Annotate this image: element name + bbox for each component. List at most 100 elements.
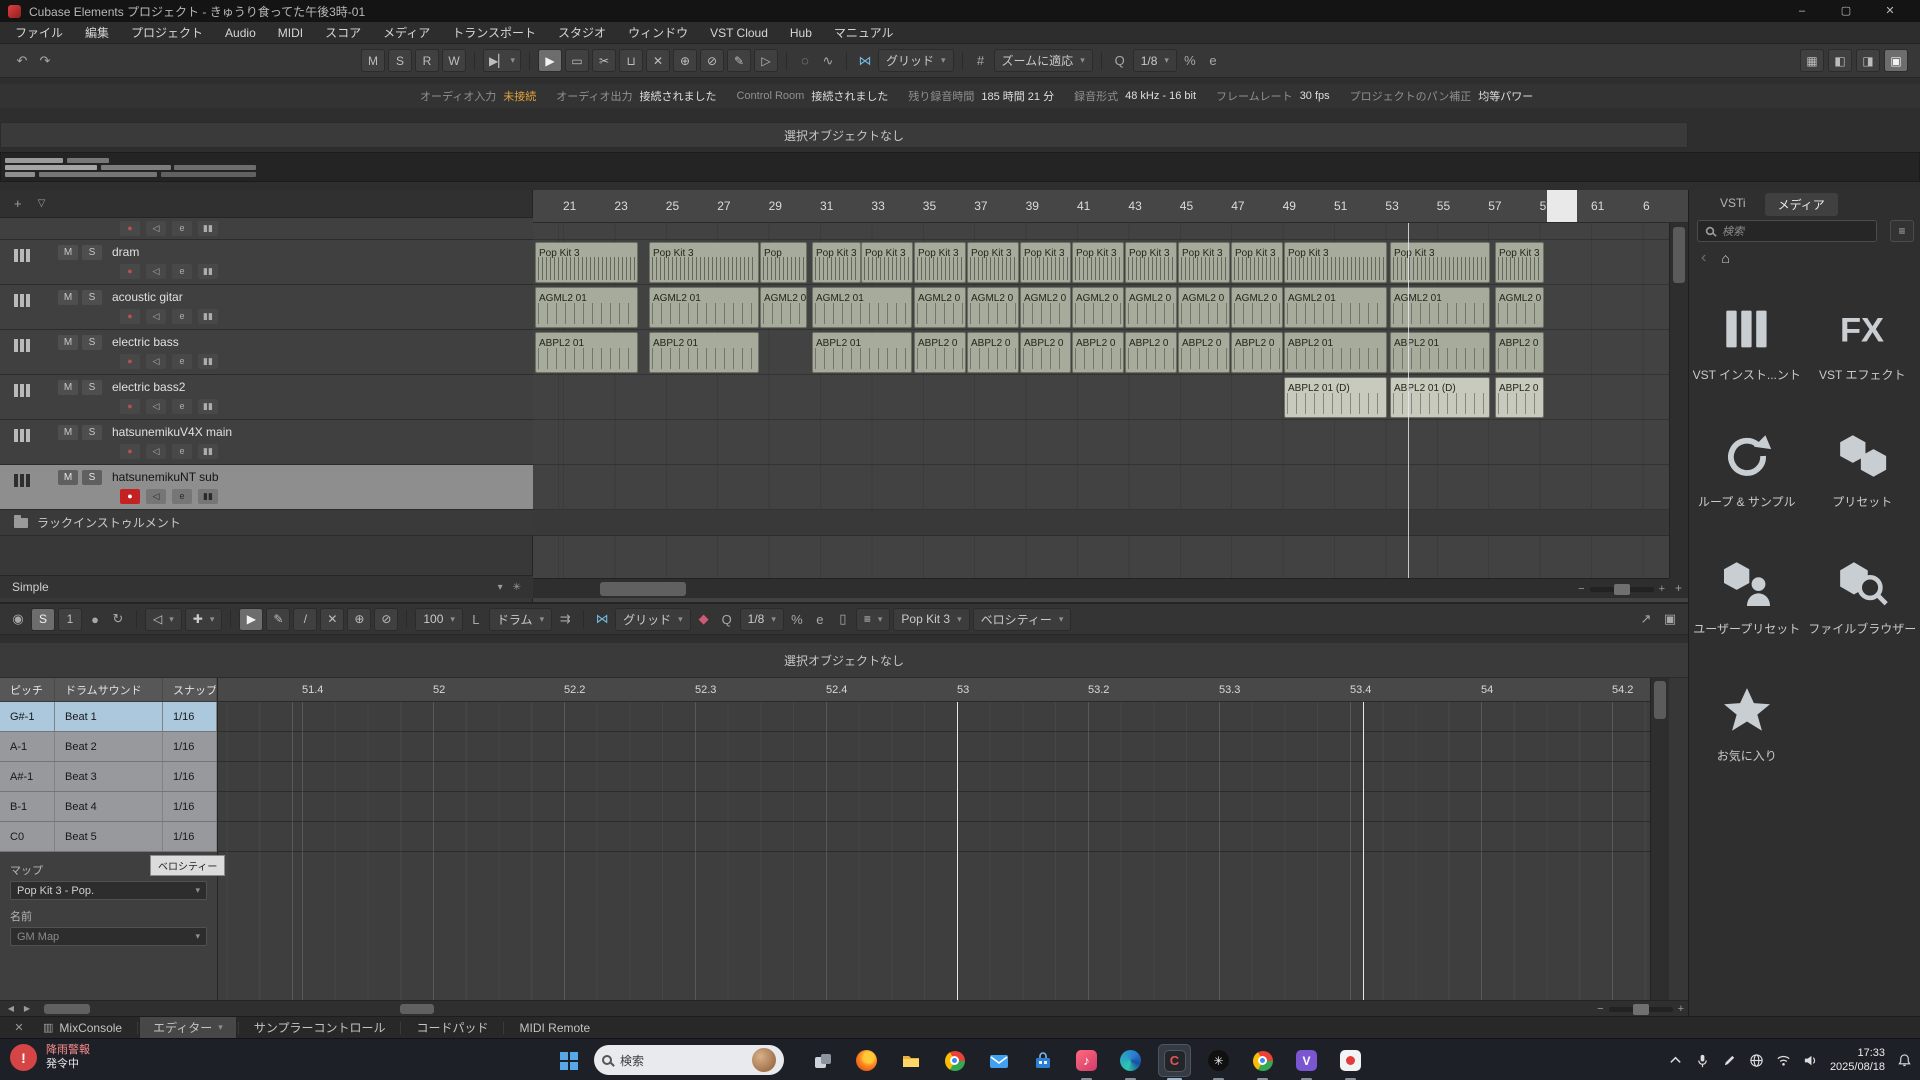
explorer-icon[interactable] — [894, 1044, 927, 1077]
media-tile-vst-instruments[interactable]: VST インスト...ント — [1694, 298, 1800, 383]
loop-button[interactable]: ↻ — [108, 608, 128, 630]
part-borders-icon[interactable]: ▯ — [833, 608, 853, 630]
status-record-time[interactable]: 残り録音時間185 時間 21 分 — [908, 88, 1054, 104]
tab-sampler-control[interactable]: サンプラーコントロール — [241, 1017, 399, 1039]
chrome-icon[interactable] — [938, 1044, 971, 1077]
microphone-icon[interactable] — [1695, 1052, 1711, 1068]
media-tile-presets[interactable]: プリセット — [1809, 425, 1915, 510]
status-audio-input[interactable]: オーディオ入力未接続 — [420, 88, 536, 104]
drum-grid-row[interactable] — [218, 732, 1669, 762]
mute-tool[interactable]: ⊘ — [374, 608, 398, 631]
automation-r-button[interactable]: R — [415, 49, 439, 72]
vertical-scrollbar[interactable] — [1669, 223, 1688, 578]
scroll-thumb[interactable] — [600, 582, 686, 596]
channel-settings-button[interactable]: e — [172, 309, 192, 324]
track-mute-button[interactable]: M — [58, 470, 78, 485]
range-tool[interactable]: ▭ — [565, 49, 589, 72]
midi-clip[interactable]: ABPL2 0 — [1072, 332, 1124, 373]
track-mute-button[interactable]: M — [58, 380, 78, 395]
pen-icon[interactable] — [1722, 1052, 1738, 1068]
status-control-room[interactable]: Control Room接続されました — [736, 88, 888, 104]
editor-bottom-scrollbar[interactable]: ◀ ▶ − + — [0, 1000, 1688, 1016]
drum-column-header[interactable]: ピッチ — [0, 678, 55, 701]
media-tile-vst-effects[interactable]: FXVST エフェクト — [1809, 298, 1915, 383]
audition-dropdown[interactable]: ◁▾ — [145, 608, 182, 631]
midi-clip[interactable]: AGML2 0 — [967, 287, 1019, 328]
midi-clip[interactable]: AGML2 0 — [1178, 287, 1230, 328]
midi-clip[interactable]: Pop Kit 3 — [1125, 242, 1177, 283]
undo-button[interactable]: ↶ — [12, 50, 32, 72]
play-tool[interactable]: ▷ — [754, 49, 778, 72]
taskbar-search[interactable]: 検索 — [594, 1045, 784, 1075]
tab-editor[interactable]: エディター▾ — [140, 1017, 236, 1039]
monitor-button[interactable]: ◁ — [146, 354, 166, 369]
midi-clip[interactable]: AGML2 0 — [1072, 287, 1124, 328]
record-arm-button[interactable]: ● — [120, 489, 140, 504]
zoom-out-button[interactable]: − — [1578, 583, 1584, 595]
record-arm-button[interactable]: ● — [120, 264, 140, 279]
scroll-thumb[interactable] — [1673, 227, 1685, 283]
status-audio-output[interactable]: オーディオ出力接続されました — [556, 88, 716, 104]
crosshair-dropdown[interactable]: ✚▾ — [185, 608, 223, 631]
midi-clip[interactable]: AGML2 0 — [914, 287, 966, 328]
track-solo-button[interactable]: S — [82, 380, 102, 395]
midi-clip[interactable]: Pop Kit 3 — [967, 242, 1019, 283]
menu-media[interactable]: メディア — [372, 22, 441, 44]
record-arm-button[interactable]: ● — [120, 354, 140, 369]
mute-tool[interactable]: ⊘ — [700, 49, 724, 72]
quantize-panel-icon[interactable]: e — [810, 608, 830, 630]
midi-clip[interactable]: ABPL2 0 — [967, 332, 1019, 373]
channel-settings-button[interactable]: e — [172, 489, 192, 504]
record-arm-button[interactable]: ● — [120, 221, 140, 236]
midi-input-icon[interactable]: ◆ — [694, 608, 714, 630]
chrome-2-icon[interactable] — [1246, 1044, 1279, 1077]
track-lanes[interactable]: Pop Kit 3Pop Kit 3PopPop Kit 3Pop Kit 3P… — [533, 223, 1669, 578]
status-record-format[interactable]: 録音形式48 kHz - 16 bit — [1074, 88, 1196, 104]
line-curve-icon[interactable]: ∿ — [818, 50, 838, 72]
midi-clip[interactable]: ABPL2 01 — [649, 332, 759, 373]
menu-manual[interactable]: マニュアル — [823, 22, 905, 44]
editor-ruler[interactable]: 51.45252.252.352.45353.253.353.45454.2 — [218, 678, 1669, 702]
channel-settings-button[interactable]: e — [172, 221, 192, 236]
snap-icon[interactable]: ⋈ — [592, 608, 612, 630]
store-icon[interactable] — [1026, 1044, 1059, 1077]
horizontal-scrollbar[interactable]: − + — [533, 578, 1669, 598]
list-view-button[interactable]: ≡ — [1890, 220, 1914, 242]
midi-clip[interactable]: Pop Kit 3 — [1231, 242, 1283, 283]
zoom-corner-button[interactable]: + — [1669, 578, 1688, 598]
menu-hub[interactable]: Hub — [779, 22, 823, 44]
voicepeak-icon[interactable]: V — [1290, 1044, 1323, 1077]
scroll-thumb[interactable] — [1654, 681, 1666, 719]
midi-clip[interactable]: AGML2 01 — [1390, 287, 1490, 328]
menu-edit[interactable]: 編集 — [74, 22, 120, 44]
track-electric-bass[interactable]: MSelectric bass●◁e▮▮ — [0, 330, 533, 375]
zoom-tool[interactable]: ⊕ — [347, 608, 371, 631]
setup-layout-button[interactable]: ▦ — [1800, 49, 1824, 72]
scroll-thumb[interactable] — [400, 1004, 434, 1014]
lower-zone-toggle[interactable]: ▣ — [1884, 49, 1908, 72]
gear-icon[interactable]: ✳ — [513, 582, 521, 593]
drum-column-header[interactable]: スナップ — [163, 678, 217, 701]
drum-sound-row-beat-1[interactable]: G#-1Beat 11/16 — [0, 702, 217, 732]
monitor-button[interactable]: ◁ — [146, 444, 166, 459]
midi-clip[interactable]: ABPL2 0 — [1495, 332, 1544, 373]
firefox-icon[interactable] — [850, 1044, 883, 1077]
automation-s-button[interactable]: S — [388, 49, 412, 72]
tab-media[interactable]: メディア — [1765, 193, 1838, 216]
menu-vst-cloud[interactable]: VST Cloud — [699, 22, 779, 44]
task-view-icon[interactable] — [806, 1044, 839, 1077]
midi-clip[interactable]: Pop Kit 3 — [1020, 242, 1071, 283]
media-search-input[interactable]: 検索 — [1697, 220, 1877, 242]
track-hatsunemikuNT-sub[interactable]: MShatsunemikuNT sub●◁e▮▮ — [0, 465, 533, 510]
zoom-slider-thumb[interactable] — [1614, 584, 1630, 595]
home-icon[interactable]: ⌂ — [1721, 251, 1729, 265]
media-tile-file-browser[interactable]: ファイルブラウザー — [1809, 552, 1915, 637]
step-input-icon[interactable]: ⇉ — [555, 608, 575, 630]
chevron-up-icon[interactable] — [1668, 1052, 1684, 1068]
line-tool[interactable]: / — [293, 608, 317, 631]
channel-settings-button[interactable]: e — [172, 444, 192, 459]
midi-clip[interactable]: Pop Kit 3 — [914, 242, 966, 283]
scroll-left-arrow[interactable]: ◀ — [4, 1003, 18, 1015]
drum-grid-row[interactable] — [218, 702, 1669, 732]
track-solo-button[interactable]: S — [82, 290, 102, 305]
